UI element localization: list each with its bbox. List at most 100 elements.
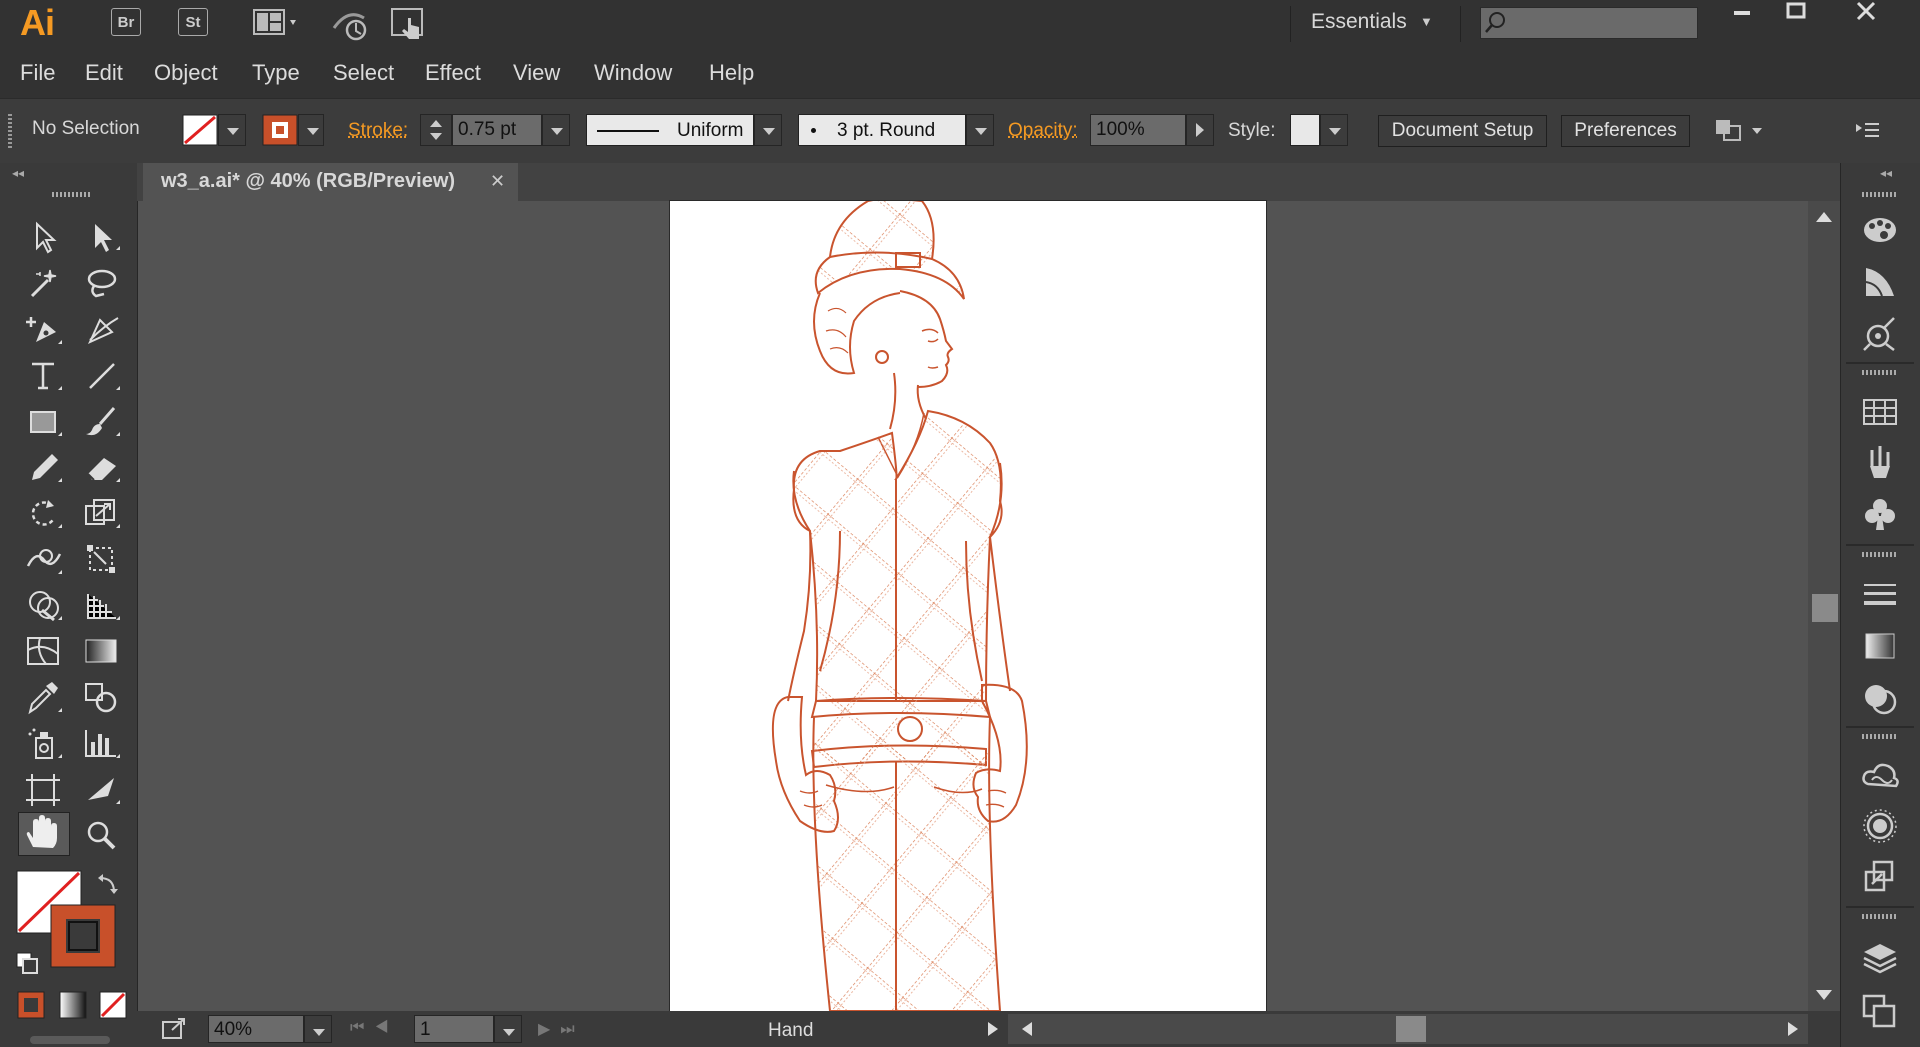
brushes-panel-icon[interactable]	[1858, 442, 1902, 482]
collapse-icon[interactable]: ◂◂	[12, 166, 24, 180]
selection-tool-icon[interactable]	[22, 218, 66, 256]
artboard[interactable]	[670, 201, 1266, 1011]
stroke-label[interactable]: Stroke:	[348, 120, 408, 142]
expand-panels-icon[interactable]: ◂◂	[1880, 166, 1892, 180]
eraser-tool-icon[interactable]	[80, 448, 124, 486]
document-setup-button[interactable]: Document Setup	[1378, 115, 1547, 147]
artboard-tool-icon[interactable]	[22, 770, 66, 808]
profile-dropdown[interactable]	[754, 114, 782, 146]
bridge-button[interactable]: Br	[111, 8, 141, 36]
graph-tool-icon[interactable]	[80, 724, 124, 762]
stock-button[interactable]: St	[178, 8, 208, 36]
pen-tool-icon[interactable]	[22, 310, 66, 348]
next-artboard-icon[interactable]: ▶⏭	[538, 1019, 585, 1039]
fill-dropdown[interactable]	[218, 114, 246, 146]
vertical-scroll-thumb[interactable]	[1812, 594, 1838, 622]
color-guide-panel-icon[interactable]	[1858, 262, 1902, 302]
warp-tool-icon[interactable]	[22, 540, 66, 578]
paintbrush-tool-icon[interactable]	[80, 402, 124, 440]
stroke-weight-dropdown[interactable]	[542, 114, 570, 146]
fill-swatch[interactable]	[182, 114, 218, 146]
minimize-button[interactable]	[1712, 0, 1772, 26]
graphic-style-dropdown[interactable]	[1320, 114, 1348, 146]
stroke-swatch[interactable]	[262, 114, 298, 146]
layers-panel-icon[interactable]	[1858, 938, 1902, 978]
export-icon[interactable]	[1858, 856, 1902, 896]
menu-view[interactable]: View	[513, 60, 560, 86]
document-tab-title[interactable]: w3_a.ai* @ 40% (RGB/Preview)	[161, 170, 455, 193]
tools-panel-grip[interactable]	[52, 192, 90, 197]
shape-builder-tool-icon[interactable]	[22, 586, 66, 624]
arrange-documents-icon[interactable]	[252, 6, 304, 38]
menu-type[interactable]: Type	[252, 60, 300, 86]
swap-fill-stroke-icon[interactable]	[96, 872, 120, 896]
opacity-field[interactable]: 100%	[1090, 114, 1186, 146]
first-artboard-icon[interactable]: ⏮◀	[350, 1019, 399, 1037]
scroll-up-icon[interactable]	[1814, 208, 1834, 224]
symbols-panel-icon[interactable]	[1858, 494, 1902, 534]
status-menu-icon[interactable]	[986, 1020, 1000, 1038]
workspace-switcher[interactable]: Essentials	[1311, 10, 1407, 34]
rectangle-tool-icon[interactable]	[22, 402, 66, 440]
control-bar-grip[interactable]	[8, 112, 12, 148]
touch-workspace-icon[interactable]	[390, 6, 430, 42]
preferences-button[interactable]: Preferences	[1561, 115, 1690, 147]
search-input[interactable]	[1480, 7, 1698, 39]
mesh-tool-icon[interactable]	[22, 632, 66, 670]
color-panel-icon[interactable]	[1858, 210, 1902, 250]
stroke-weight-stepper[interactable]	[420, 114, 452, 146]
line-tool-icon[interactable]	[80, 356, 124, 394]
rotate-tool-icon[interactable]	[22, 494, 66, 532]
creative-cloud-icon[interactable]	[1858, 756, 1902, 796]
direct-selection-tool-icon[interactable]	[80, 218, 124, 256]
stroke-dropdown[interactable]	[298, 114, 324, 146]
restore-button[interactable]	[1766, 0, 1826, 26]
opacity-label[interactable]: Opacity:	[1008, 120, 1078, 142]
eyedropper-tool-icon[interactable]	[22, 678, 66, 716]
free-transform-tool-icon[interactable]	[80, 540, 124, 578]
artboard-dropdown[interactable]	[494, 1015, 522, 1043]
color-mode-icon[interactable]	[16, 990, 46, 1020]
close-tab-icon[interactable]: ✕	[490, 171, 505, 192]
menu-window[interactable]: Window	[594, 60, 672, 86]
gradient-tool-icon[interactable]	[80, 632, 124, 670]
zoom-level-field[interactable]: 40%	[208, 1015, 304, 1043]
pencil-tool-icon[interactable]	[22, 448, 66, 486]
slice-tool-icon[interactable]	[80, 770, 124, 808]
graphic-style-swatch[interactable]	[1290, 114, 1320, 146]
gradient-mode-icon[interactable]	[58, 990, 88, 1020]
arrange-icon[interactable]	[1712, 116, 1768, 146]
artboards-panel-icon[interactable]	[1858, 990, 1902, 1030]
brush-dropdown[interactable]	[966, 114, 994, 146]
default-fill-stroke-icon[interactable]	[14, 950, 40, 976]
hand-tool-icon[interactable]	[18, 812, 70, 856]
stroke-weight-field[interactable]: 0.75 pt	[452, 114, 542, 146]
menu-object[interactable]: Object	[154, 60, 218, 86]
menu-select[interactable]: Select	[333, 60, 394, 86]
close-window-button[interactable]	[1836, 0, 1896, 26]
drawing-mode-button[interactable]	[30, 1036, 110, 1044]
panel-menu-icon[interactable]	[1854, 118, 1882, 142]
gradient-panel-icon[interactable]	[1858, 626, 1902, 666]
stroke-color-box[interactable]	[50, 904, 116, 968]
menu-edit[interactable]: Edit	[85, 60, 123, 86]
scale-tool-icon[interactable]	[80, 494, 124, 532]
artboard-number-field[interactable]: 1	[414, 1015, 494, 1043]
dock-grip[interactable]	[1862, 192, 1898, 197]
perspective-grid-tool-icon[interactable]	[80, 586, 124, 624]
symbol-sprayer-tool-icon[interactable]	[22, 724, 66, 762]
export-status-icon[interactable]	[160, 1016, 188, 1040]
none-mode-icon[interactable]	[98, 990, 128, 1020]
transparency-panel-icon[interactable]	[1858, 678, 1902, 718]
opacity-slider-button[interactable]	[1186, 114, 1214, 146]
menu-file[interactable]: File	[20, 60, 55, 86]
menu-help[interactable]: Help	[709, 60, 754, 86]
scroll-down-icon[interactable]	[1814, 988, 1834, 1004]
chevron-down-icon[interactable]: ▼	[1420, 14, 1433, 29]
libraries-icon[interactable]	[1858, 314, 1902, 354]
zoom-tool-icon[interactable]	[80, 816, 124, 854]
brush-definition[interactable]: 3 pt. Round	[798, 114, 966, 146]
type-tool-icon[interactable]	[22, 356, 66, 394]
appearance-panel-icon[interactable]	[1858, 806, 1902, 846]
scroll-left-icon[interactable]	[1020, 1020, 1034, 1038]
